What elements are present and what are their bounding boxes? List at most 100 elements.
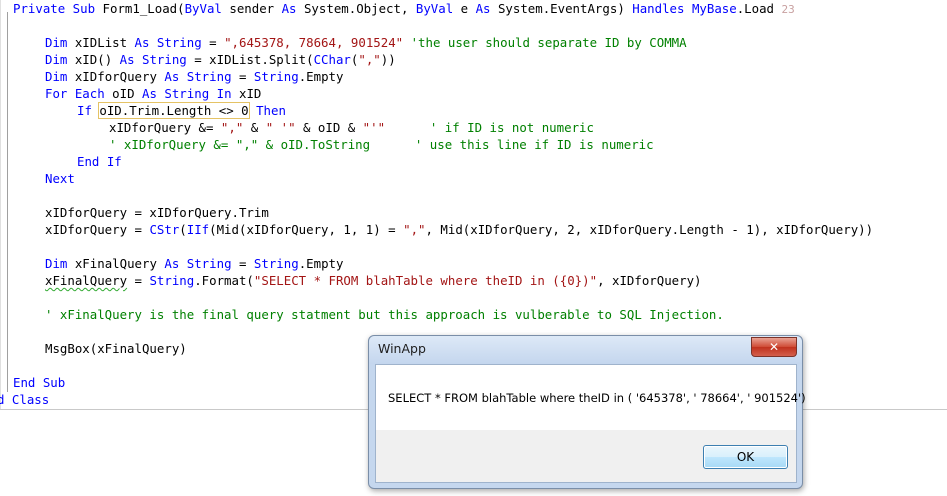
code-token: Class: [11, 392, 50, 407]
code-token: =: [127, 273, 150, 288]
code-token: ByVal: [415, 1, 454, 16]
message-text: SELECT * FROM blahTable where theID in (…: [388, 391, 806, 405]
code-token: Dim: [45, 256, 68, 271]
close-button[interactable]: ✕: [751, 337, 797, 357]
code-token: ByVal: [184, 1, 222, 16]
code-token: (Mid(xIDforQuery, 1, 1) =: [209, 222, 404, 237]
code-token: .Load: [736, 1, 782, 16]
code-token: String: [186, 69, 232, 84]
code-token: Next: [45, 171, 75, 186]
highlighted-expression[interactable]: oID.Trim.Length <> 0: [98, 102, 250, 119]
code-token: xID: [231, 86, 262, 101]
code-line-8[interactable]: ' xIDforQuery &= "," & oID.ToString ' us…: [109, 136, 654, 153]
code-token: CStr: [149, 222, 180, 237]
code-token: "'": [362, 120, 386, 135]
code-token: oID: [104, 86, 142, 101]
code-token: Dim: [45, 35, 68, 50]
code-line-5[interactable]: For Each oID As String In xID: [45, 85, 261, 102]
code-token: xIDforQuery: [67, 69, 165, 84]
code-comment: 'the user should separate ID by COMMA: [410, 35, 687, 50]
code-token: e: [453, 1, 476, 16]
code-line-6[interactable]: If oID.Trim.Length <> 0 Then: [77, 102, 286, 119]
code-token: ",": [358, 52, 381, 67]
code-token: d: [0, 392, 5, 407]
code-line-16[interactable]: MsgBox(xFinalQuery): [45, 340, 187, 357]
code-token: xIDforQuery =: [45, 222, 150, 237]
code-line-11[interactable]: xIDforQuery = xIDforQuery.Trim: [45, 204, 269, 221]
code-token: String: [253, 69, 299, 84]
code-token: As: [134, 35, 150, 50]
code-line-2[interactable]: Dim xIDList As String = ",645378, 78664,…: [45, 34, 687, 51]
code-token: Handles: [632, 1, 685, 16]
code-token: )): [380, 52, 396, 67]
code-line-7[interactable]: xIDforQuery &= "," & " '" & oID & "'" ' …: [109, 119, 594, 136]
code-token: xIDforQuery = xIDforQuery.Trim: [45, 205, 269, 220]
code-token: As: [119, 52, 135, 67]
message-area: SELECT * FROM blahTable where theID in (…: [376, 365, 806, 430]
code-token: xFinalQuery: [67, 256, 165, 271]
code-token: Then: [256, 103, 286, 118]
code-token: Dim: [45, 69, 68, 84]
code-token: For Each: [45, 86, 105, 101]
code-token: =: [231, 256, 254, 271]
code-token: , Mid(xIDforQuery, 2, xIDforQuery.Length…: [425, 222, 874, 237]
code-line-3[interactable]: Dim xID() As String = xIDList.Split(CCha…: [45, 51, 396, 68]
code-token: (: [179, 222, 187, 237]
code-token: IIf: [186, 222, 210, 237]
code-token: & oID &: [295, 120, 363, 135]
code-token: xID(): [67, 52, 120, 67]
code-token: Form1_Load(: [95, 1, 185, 16]
code-comment: ' xIDforQuery &= "," & oID.ToString: [109, 137, 371, 152]
code-token: , xIDforQuery): [597, 273, 702, 288]
code-token: As: [281, 1, 297, 16]
outline-guide: [7, 12, 8, 392]
code-token: ",": [403, 222, 426, 237]
code-line-10[interactable]: Next: [45, 170, 75, 187]
code-comment: ' xFinalQuery is the final query statmen…: [45, 307, 724, 322]
warning-squiggle[interactable]: xFinalQuery: [45, 273, 127, 288]
code-line-13[interactable]: Dim xFinalQuery As String = String.Empty: [45, 255, 343, 272]
code-token: MyBase: [691, 1, 737, 16]
code-token: xIDList: [67, 35, 135, 50]
code-token: .Empty: [298, 69, 344, 84]
editor-margin: [0, 0, 1, 410]
code-line-17[interactable]: End Sub: [13, 374, 65, 391]
code-token: String: [156, 35, 202, 50]
message-box-dialog[interactable]: WinApp ✕ SELECT * FROM blahTable where t…: [368, 335, 806, 489]
code-token: xIDforQuery &=: [109, 120, 221, 135]
code-token: As: [164, 256, 180, 271]
code-token: .Empty: [298, 256, 344, 271]
code-token: As: [164, 69, 180, 84]
code-token: Private Sub: [13, 1, 96, 16]
code-token: ",645378, 78664, 901524": [224, 35, 404, 50]
code-token: String: [164, 86, 210, 101]
code-token: = xIDList.Split(: [186, 52, 314, 67]
code-token: sender: [221, 1, 282, 16]
dialog-titlebar[interactable]: WinApp ✕: [369, 336, 802, 364]
code-token: =: [201, 35, 225, 50]
code-line-12[interactable]: xIDforQuery = CStr(IIf(Mid(xIDforQuery, …: [45, 221, 873, 238]
code-line-18[interactable]: d Class: [0, 391, 49, 408]
code-token: As: [142, 86, 157, 101]
ok-button[interactable]: OK: [703, 445, 788, 469]
code-token: String: [253, 256, 299, 271]
code-line-1[interactable]: Private Sub Form1_Load(ByVal sender As S…: [13, 0, 795, 17]
code-token: "SELECT * FROM blahTable where theID in …: [253, 273, 598, 288]
code-line-15[interactable]: ' xFinalQuery is the final query statmen…: [45, 306, 724, 323]
code-line-9[interactable]: End If: [77, 153, 122, 170]
code-token: &: [243, 120, 266, 135]
code-token: Dim: [45, 52, 68, 67]
code-line-14[interactable]: xFinalQuery = String.Format("SELECT * FR…: [45, 272, 702, 289]
ok-button-label: OK: [736, 450, 755, 464]
code-line-4[interactable]: Dim xIDforQuery As String = String.Empty: [45, 68, 343, 85]
